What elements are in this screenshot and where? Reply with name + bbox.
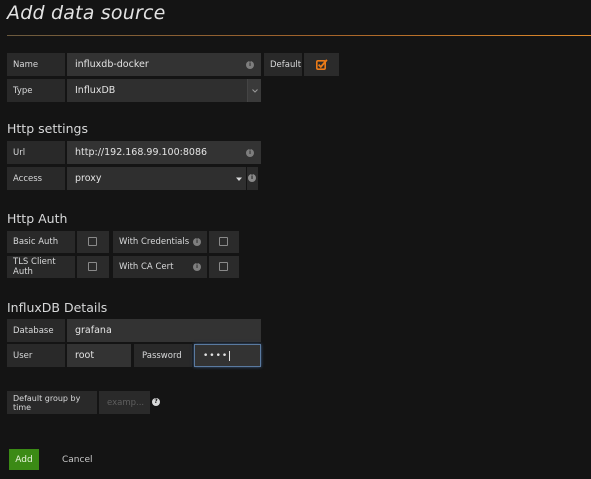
- add-button[interactable]: Add: [9, 449, 39, 470]
- database-input[interactable]: grafana: [67, 319, 261, 342]
- password-label: Password: [134, 344, 192, 367]
- with-credentials-text: With Credentials: [119, 237, 190, 247]
- page-title: Add data source: [7, 2, 166, 24]
- user-label: User: [7, 344, 65, 367]
- chevron-down-icon[interactable]: [247, 79, 261, 102]
- access-label: Access: [7, 167, 65, 190]
- type-value: InfluxDB: [75, 85, 116, 96]
- group-by-time-label: Default group by time: [7, 391, 97, 414]
- name-input[interactable]: influxdb-docker i: [67, 53, 261, 76]
- info-icon[interactable]: i: [248, 174, 256, 182]
- info-icon[interactable]: i: [193, 263, 201, 271]
- cancel-link[interactable]: Cancel: [62, 455, 93, 465]
- password-value: ••••: [203, 350, 229, 361]
- http-auth-heading: Http Auth: [7, 211, 68, 226]
- group-by-time-placeholder: examp...: [107, 397, 145, 408]
- access-select[interactable]: proxy: [67, 167, 246, 190]
- info-icon[interactable]: i: [246, 148, 254, 157]
- name-label: Name: [7, 53, 65, 76]
- user-input[interactable]: root: [67, 344, 131, 367]
- group-by-time-input[interactable]: examp...: [99, 391, 150, 414]
- influxdb-details-heading: InfluxDB Details: [7, 300, 108, 315]
- checkmark-icon: [316, 59, 328, 70]
- url-value: http://192.168.99.100:8086: [75, 147, 208, 158]
- url-input[interactable]: http://192.168.99.100:8086 i: [67, 141, 261, 164]
- info-icon[interactable]: i: [246, 60, 254, 69]
- type-label: Type: [7, 79, 65, 102]
- info-icon[interactable]: i: [193, 238, 201, 246]
- with-credentials-checkbox[interactable]: [209, 231, 239, 253]
- with-credentials-label: With Credentials i: [113, 231, 207, 253]
- password-input[interactable]: ••••: [194, 344, 261, 367]
- url-label: Url: [7, 141, 65, 164]
- http-settings-heading: Http settings: [7, 121, 88, 136]
- basic-auth-checkbox[interactable]: [77, 231, 109, 253]
- with-ca-cert-text: With CA Cert: [119, 262, 174, 272]
- type-select[interactable]: InfluxDB: [67, 79, 261, 102]
- default-label: Default: [264, 53, 302, 76]
- help-icon[interactable]: ?: [152, 398, 160, 406]
- caret-down-icon: [236, 173, 242, 184]
- access-help[interactable]: i: [247, 167, 258, 190]
- title-divider: [7, 35, 591, 36]
- name-value: influxdb-docker: [75, 59, 149, 70]
- tls-client-auth-checkbox[interactable]: [77, 256, 109, 278]
- tls-client-auth-label: TLS Client Auth: [7, 256, 75, 278]
- basic-auth-label: Basic Auth: [7, 231, 75, 253]
- with-ca-cert-checkbox[interactable]: [209, 256, 239, 278]
- default-checkbox[interactable]: [304, 53, 339, 76]
- access-value: proxy: [75, 173, 102, 184]
- database-label: Database: [7, 319, 65, 342]
- with-ca-cert-label: With CA Cert i: [113, 256, 207, 278]
- text-cursor: [229, 350, 231, 361]
